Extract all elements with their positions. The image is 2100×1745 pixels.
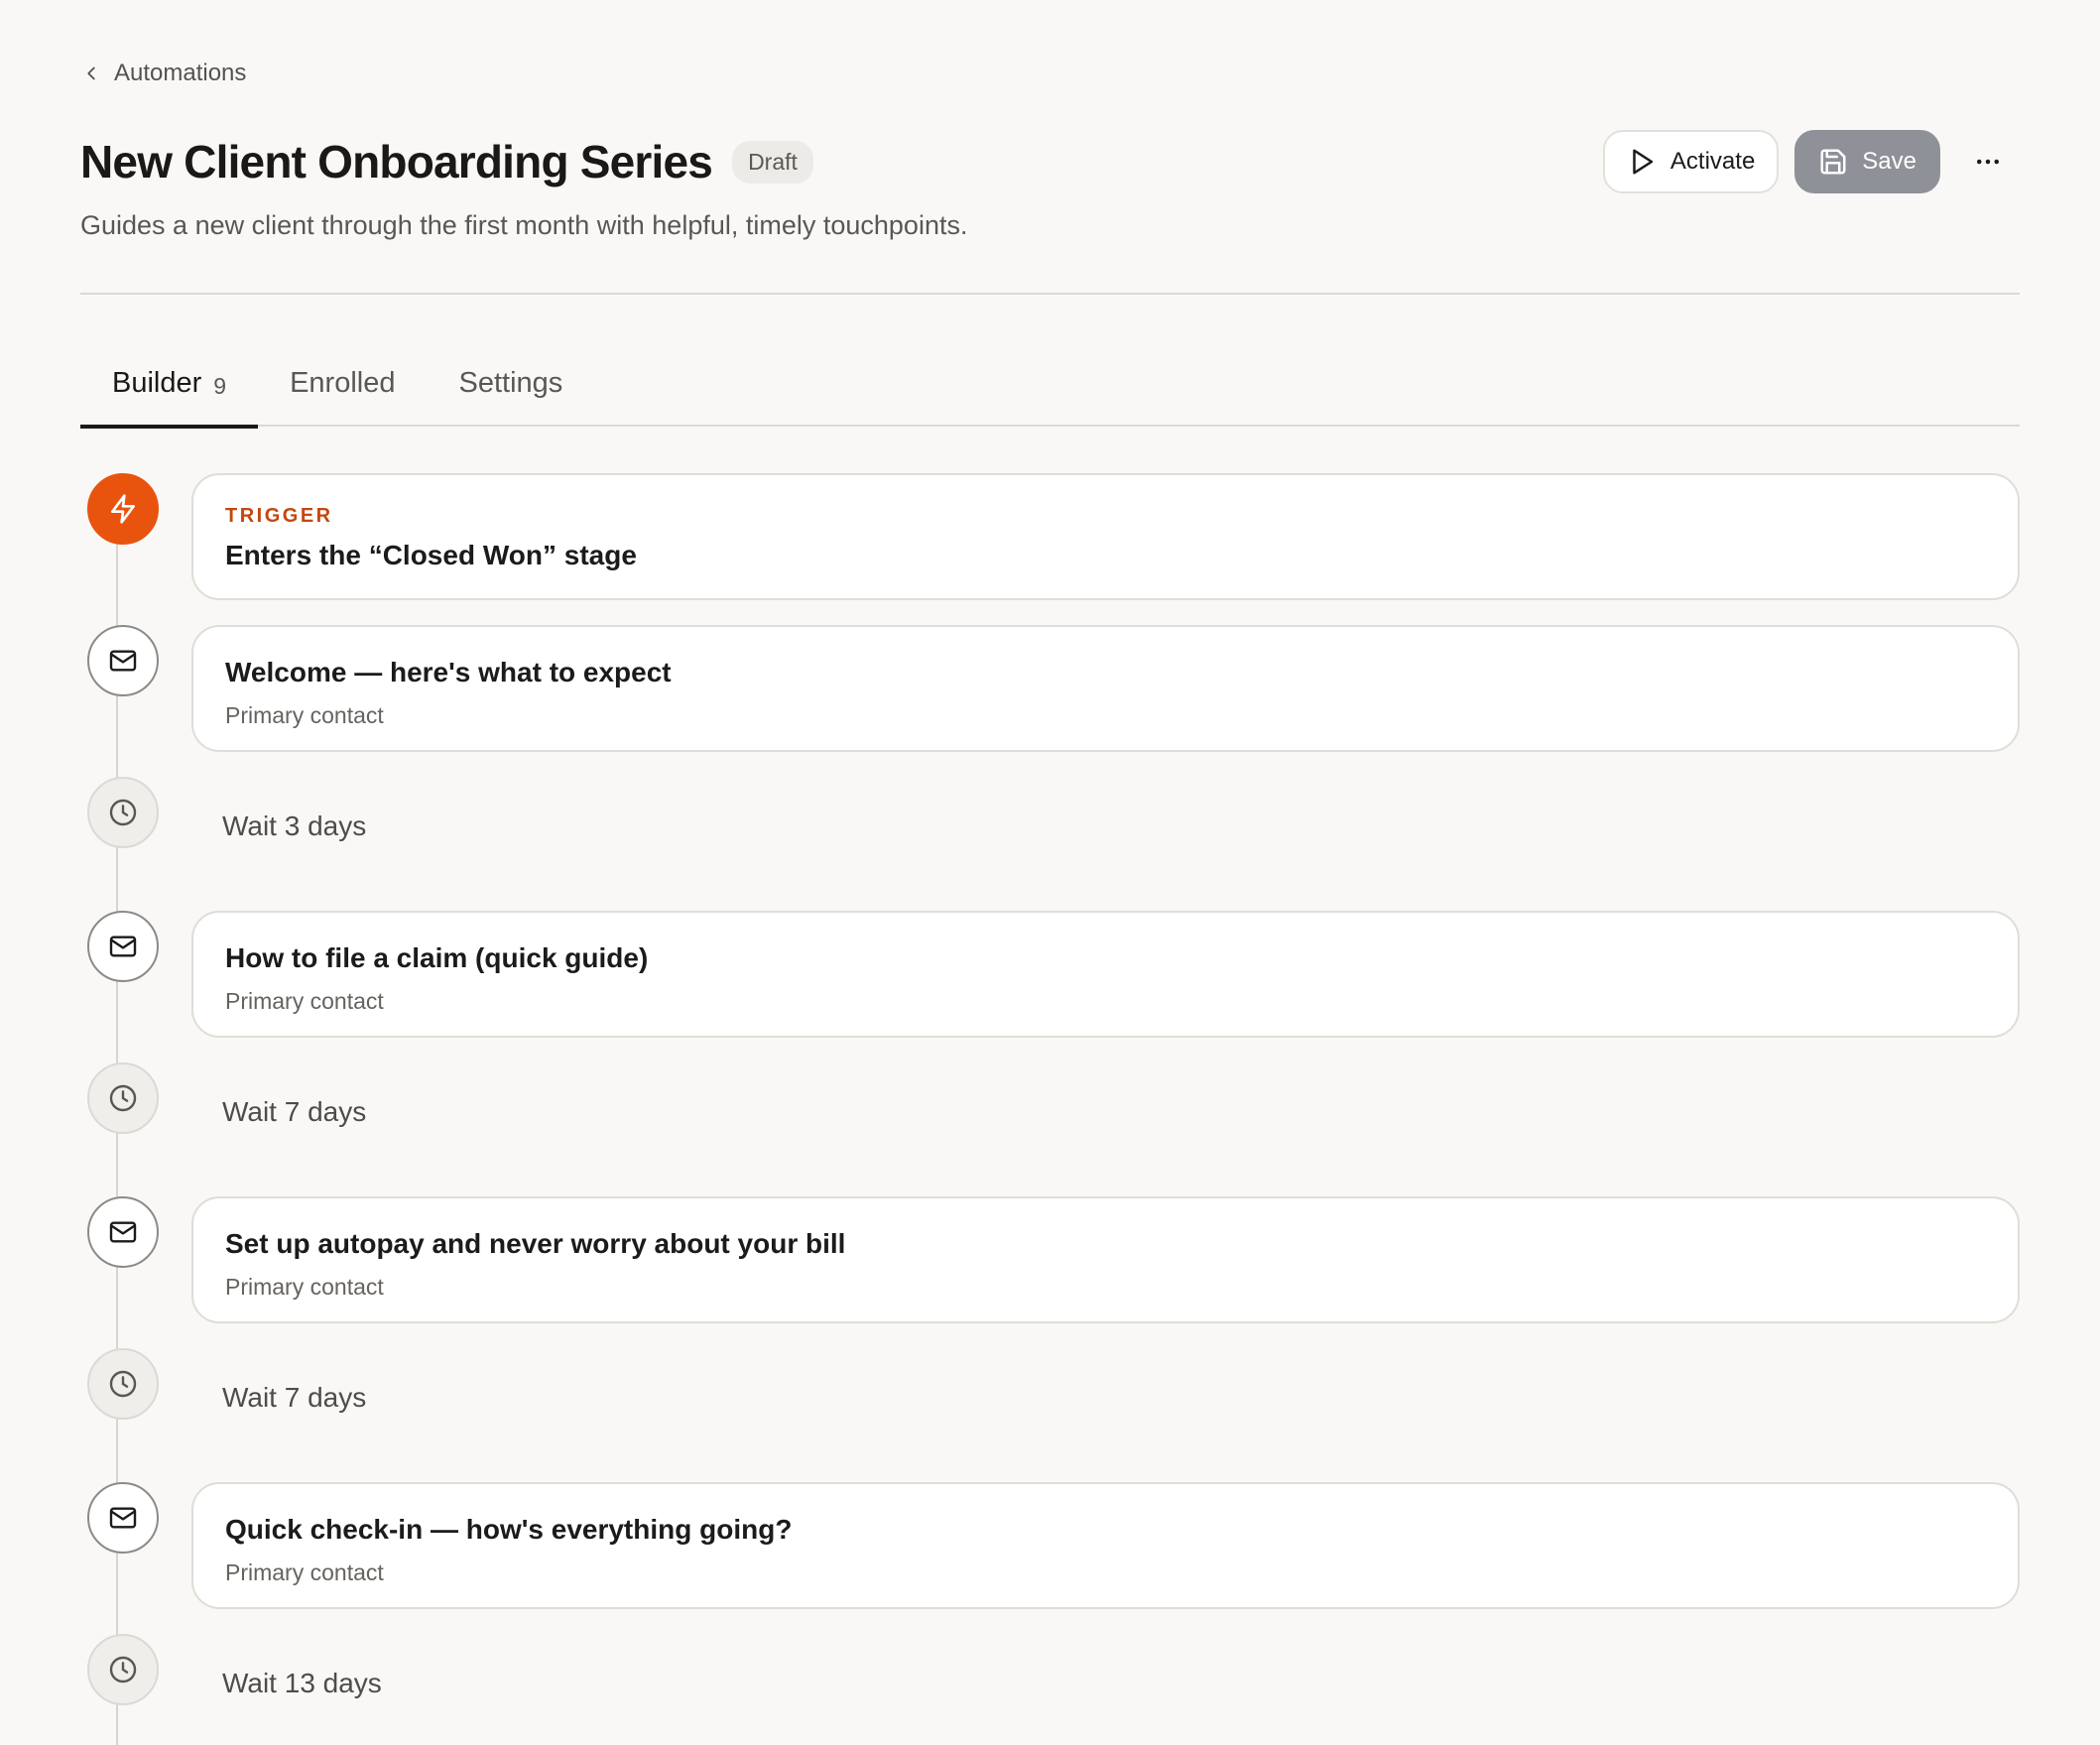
wait-duration[interactable]: Wait 7 days <box>222 1096 366 1128</box>
page-title: New Client Onboarding Series <box>80 136 713 187</box>
wait-node <box>87 1062 159 1134</box>
play-icon <box>1633 149 1654 175</box>
email-recipient: Primary contact <box>225 702 384 728</box>
mail-icon <box>109 650 137 672</box>
wait-step: Wait 7 days <box>80 1062 2020 1196</box>
email-card[interactable]: Set up autopay and never worry about you… <box>191 1196 2020 1323</box>
wait-node <box>87 1348 159 1420</box>
chevron-left-icon <box>87 66 95 80</box>
trigger-node <box>87 473 159 545</box>
wait-node <box>87 777 159 848</box>
save-button-label: Save <box>1862 148 1916 175</box>
email-step: How to file a claim (quick guide) Primar… <box>80 911 2020 1062</box>
email-card[interactable]: Quick check-in — how's everything going?… <box>191 1482 2020 1609</box>
lightning-bolt-icon <box>111 494 135 524</box>
clock-icon <box>109 1084 137 1112</box>
activate-button[interactable]: Activate <box>1602 130 1780 193</box>
wait-step: Wait 3 days <box>80 777 2020 911</box>
trigger-label: TRIGGER <box>225 505 333 527</box>
email-card[interactable]: Welcome — here's what to expect Primary … <box>191 625 2020 752</box>
tab-builder-label: Builder <box>112 367 202 399</box>
wait-duration[interactable]: Wait 3 days <box>222 810 366 842</box>
page-subtitle: Guides a new client through the first mo… <box>80 210 968 240</box>
mail-icon <box>109 1507 137 1529</box>
header-divider <box>80 293 2020 295</box>
wait-duration[interactable]: Wait 13 days <box>222 1668 382 1699</box>
clock-icon <box>109 799 137 826</box>
wait-step: Wait 7 days <box>80 1348 2020 1482</box>
mail-icon <box>109 935 137 957</box>
email-subject: Welcome — here's what to expect <box>225 657 672 687</box>
status-badge: Draft <box>732 140 813 184</box>
tab-enrolled[interactable]: Enrolled <box>258 355 427 427</box>
clock-icon <box>109 1370 137 1398</box>
wait-node <box>87 1634 159 1705</box>
wait-duration[interactable]: Wait 7 days <box>222 1382 366 1414</box>
mail-icon <box>109 1221 137 1243</box>
email-recipient: Primary contact <box>225 1274 384 1300</box>
more-horizontal-icon <box>1977 159 1999 165</box>
trigger-step: TRIGGER Enters the “Closed Won” stage <box>80 473 2020 625</box>
email-recipient: Primary contact <box>225 1559 384 1585</box>
email-recipient: Primary contact <box>225 988 384 1014</box>
trigger-condition: Enters the “Closed Won” stage <box>225 540 637 570</box>
workflow-timeline: TRIGGER Enters the “Closed Won” stage We… <box>80 473 2020 1745</box>
email-node <box>87 1196 159 1268</box>
email-node <box>87 625 159 696</box>
wait-step: Wait 13 days <box>80 1634 2020 1745</box>
tab-builder-count: 9 <box>213 373 227 399</box>
email-step: Set up autopay and never worry about you… <box>80 1196 2020 1348</box>
email-step: Welcome — here's what to expect Primary … <box>80 625 2020 777</box>
header-actions: Activate Save <box>1602 130 2020 193</box>
tab-enrolled-label: Enrolled <box>290 367 396 399</box>
title-row: New Client Onboarding Series Draft <box>80 135 813 188</box>
trigger-card[interactable]: TRIGGER Enters the “Closed Won” stage <box>191 473 2020 600</box>
breadcrumb-label: Automations <box>114 60 247 86</box>
tab-settings-label: Settings <box>458 367 563 399</box>
tab-settings[interactable]: Settings <box>427 355 594 427</box>
email-subject: How to file a claim (quick guide) <box>225 942 649 973</box>
clock-icon <box>109 1656 137 1683</box>
email-subject: Set up autopay and never worry about you… <box>225 1228 846 1259</box>
email-card[interactable]: How to file a claim (quick guide) Primar… <box>191 911 2020 1038</box>
activate-button-label: Activate <box>1669 148 1756 175</box>
email-node <box>87 911 159 982</box>
tab-bar: Builder 9 Enrolled Settings <box>80 355 2020 429</box>
tab-builder[interactable]: Builder 9 <box>80 355 259 429</box>
floppy-disk-icon <box>1820 149 1846 175</box>
breadcrumb-back-link[interactable]: Automations <box>80 60 246 87</box>
email-step: Quick check-in — how's everything going?… <box>80 1482 2020 1634</box>
email-node <box>87 1482 159 1554</box>
save-button[interactable]: Save <box>1794 130 1940 193</box>
automation-builder-page: Automations New Client Onboarding Series… <box>0 0 2100 1745</box>
email-subject: Quick check-in — how's everything going? <box>225 1514 793 1545</box>
more-options-button[interactable] <box>1956 130 2020 193</box>
